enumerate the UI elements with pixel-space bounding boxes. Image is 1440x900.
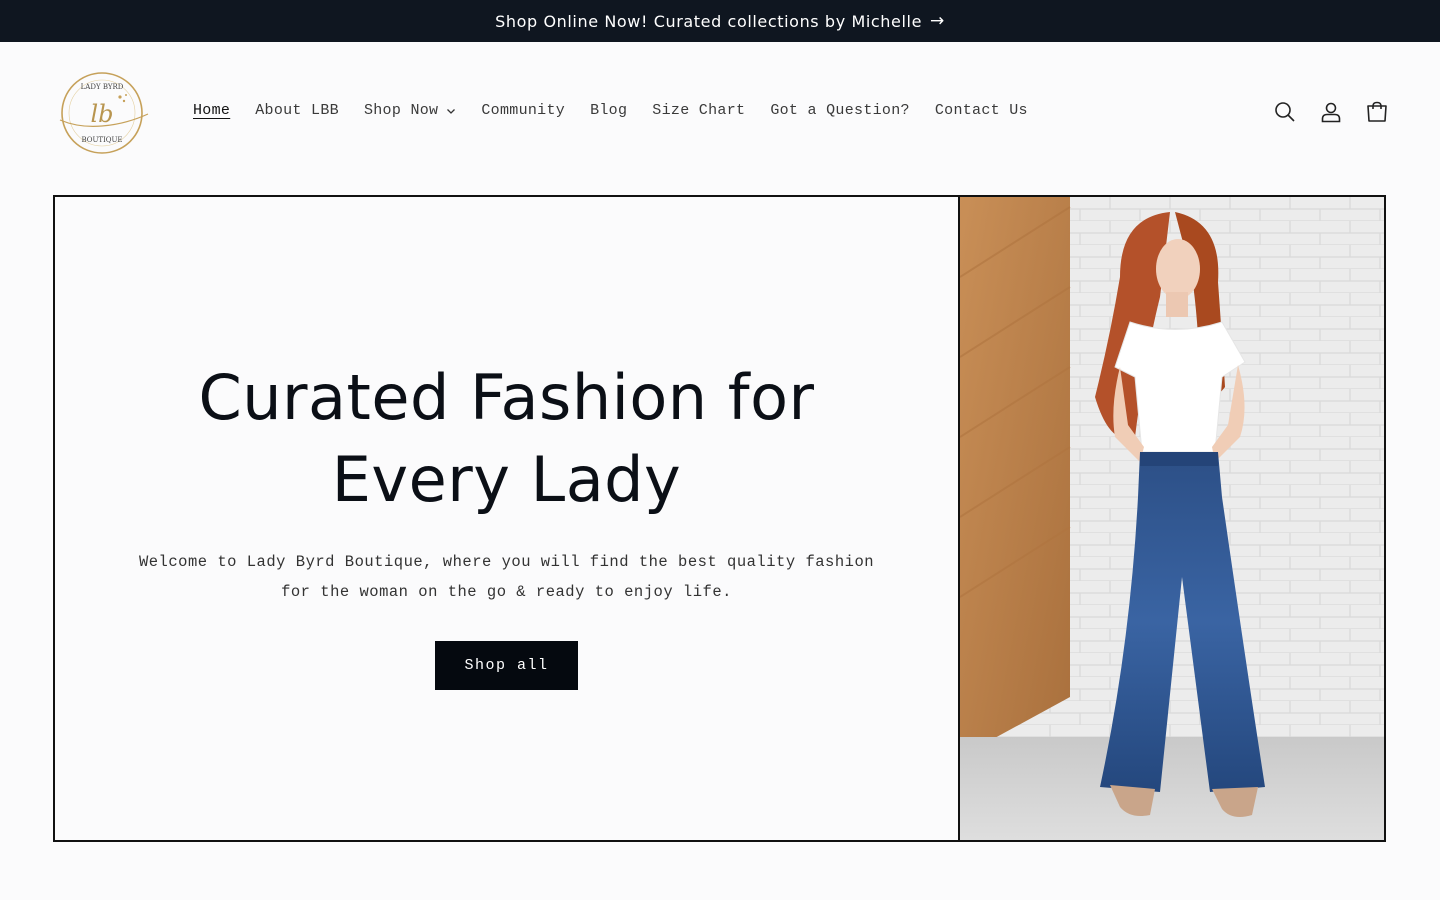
hero-photo xyxy=(960,197,1384,840)
cart-button[interactable] xyxy=(1354,97,1400,127)
nav-shop-now-label: Shop Now xyxy=(363,102,439,119)
hero-title: Curated Fashion for Every Lady xyxy=(198,361,815,516)
account-button[interactable] xyxy=(1308,97,1354,127)
nav-community[interactable]: Community xyxy=(481,102,565,119)
search-icon xyxy=(1275,102,1295,122)
nav-size-chart[interactable]: Size Chart xyxy=(652,102,745,119)
nav-got-question[interactable]: Got a Question? xyxy=(770,102,910,119)
arrow-right-icon: → xyxy=(930,11,945,31)
svg-text:lb: lb xyxy=(90,100,113,128)
svg-text:BOUTIQUE: BOUTIQUE xyxy=(81,136,122,144)
nav-shop-now[interactable]: Shop Now xyxy=(364,102,456,119)
header-icons xyxy=(1262,97,1400,127)
hero-banner: Curated Fashion for Every Lady Welcome t… xyxy=(53,195,1386,842)
main-nav: Home About LBB Shop Now Community Blog S… xyxy=(193,102,1053,119)
announcement-bar[interactable]: Shop Online Now! Curated collections by … xyxy=(0,0,1440,42)
account-icon xyxy=(1321,102,1341,123)
announcement-text: Shop Online Now! Curated collections by … xyxy=(495,11,923,31)
nav-contact[interactable]: Contact Us xyxy=(935,102,1028,119)
hero-image xyxy=(960,197,1384,840)
nav-home[interactable]: Home xyxy=(193,102,230,119)
cart-icon xyxy=(1367,101,1387,122)
logo[interactable]: LADY BYRD BOUTIQUE lb xyxy=(54,70,152,156)
svg-text:LADY BYRD: LADY BYRD xyxy=(81,83,124,91)
nav-blog[interactable]: Blog xyxy=(590,102,627,119)
chevron-down-icon xyxy=(447,108,456,114)
shop-all-button[interactable]: Shop all xyxy=(435,641,578,690)
search-button[interactable] xyxy=(1262,97,1308,127)
nav-about[interactable]: About LBB xyxy=(255,102,339,119)
hero-subtitle: Welcome to Lady Byrd Boutique, where you… xyxy=(138,553,875,601)
hero-text-panel: Curated Fashion for Every Lady Welcome t… xyxy=(55,197,960,840)
site-header: LADY BYRD BOUTIQUE lb Home About LBB Sho… xyxy=(0,42,1440,182)
